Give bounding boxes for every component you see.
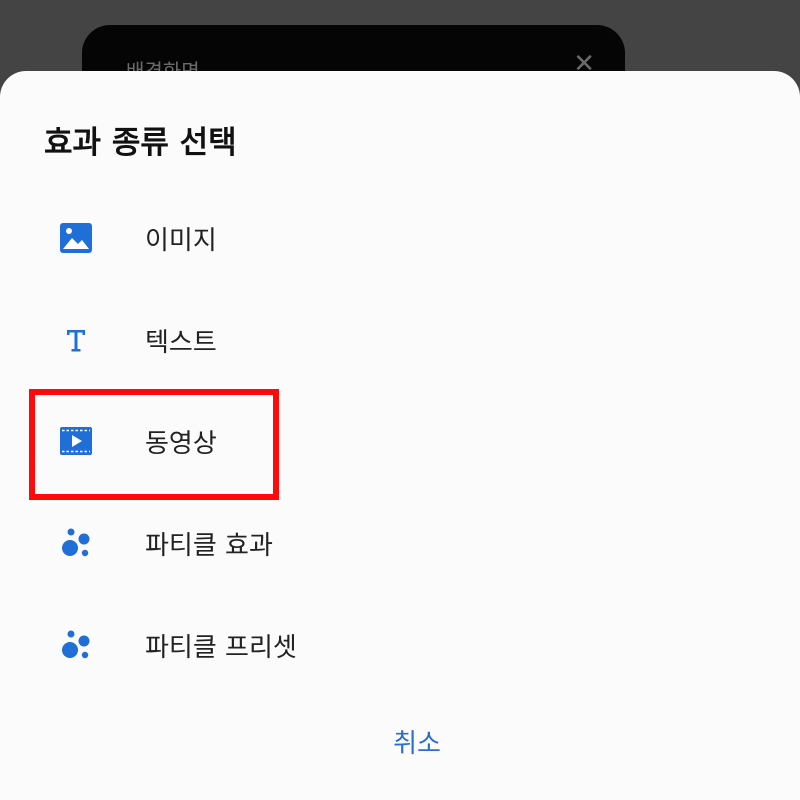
image-icon	[58, 220, 94, 256]
option-particle-effect[interactable]: 파티클 효과	[0, 493, 800, 593]
effect-type-sheet: 효과 종류 선택 이미지 텍스트 동영상 파티클 효과 파티클 프리셋 취소	[0, 71, 800, 800]
particle-icon	[58, 525, 94, 561]
option-particle-preset[interactable]: 파티클 프리셋	[0, 595, 800, 695]
option-label: 파티클 효과	[145, 530, 273, 561]
cancel-label: 취소	[393, 728, 441, 759]
cancel-button[interactable]: 취소	[0, 711, 800, 771]
sheet-title: 효과 종류 선택	[44, 125, 237, 161]
text-icon	[58, 322, 94, 358]
option-label: 파티클 프리셋	[145, 632, 297, 663]
option-label: 이미지	[145, 225, 217, 256]
option-text[interactable]: 텍스트	[0, 290, 800, 390]
video-icon	[58, 423, 94, 459]
particle-icon	[58, 627, 94, 663]
option-image[interactable]: 이미지	[0, 188, 800, 288]
option-label: 동영상	[145, 428, 217, 459]
option-label: 텍스트	[145, 327, 217, 358]
option-video[interactable]: 동영상	[0, 391, 800, 491]
